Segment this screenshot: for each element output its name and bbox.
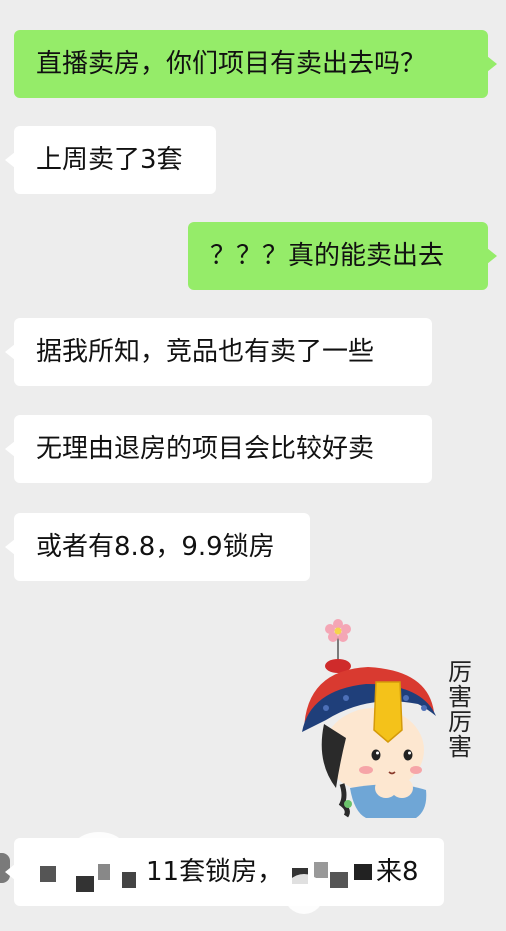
received-message-bubble[interactable]: 上周卖了3套 bbox=[5, 126, 216, 194]
sent-message-bubble[interactable]: 直播卖房，你们项目有卖出去吗？ bbox=[14, 30, 497, 98]
flower-icon bbox=[325, 619, 351, 662]
redaction-block bbox=[40, 866, 56, 882]
redaction-block bbox=[330, 872, 348, 888]
message-text: 来8 bbox=[376, 857, 419, 887]
message-text: 上周卖了3套 bbox=[36, 145, 183, 175]
sticker-message[interactable]: 厉害厉害 bbox=[296, 612, 486, 822]
message-text: 直播卖房，你们项目有卖出去吗？ bbox=[36, 49, 427, 79]
sent-message-bubble[interactable]: ？？？真的能卖出去 bbox=[188, 222, 497, 290]
message-text: 无理由退房的项目会比较好卖 bbox=[36, 434, 375, 464]
redaction-block bbox=[354, 864, 372, 880]
redaction-block bbox=[76, 876, 94, 892]
redaction-block bbox=[98, 864, 110, 880]
sticker-caption: 厉害厉害 bbox=[448, 658, 472, 761]
redaction-block bbox=[314, 862, 328, 878]
received-message-bubble[interactable]: 据我所知，竞品也有卖了一些 bbox=[5, 318, 432, 386]
received-message-bubble[interactable]: 11套锁房， 来8 bbox=[5, 832, 444, 914]
message-text: 据我所知，竞品也有卖了一些 bbox=[36, 337, 375, 367]
blur-blob bbox=[284, 874, 324, 914]
blur-blob bbox=[74, 832, 124, 862]
message-text: ？？？真的能卖出去 bbox=[210, 241, 445, 271]
redaction-block bbox=[122, 872, 136, 888]
received-message-bubble[interactable]: 无理由退房的项目会比较好卖 bbox=[5, 415, 432, 483]
received-message-bubble[interactable]: 或者有8.8，9.9锁房 bbox=[5, 513, 310, 581]
message-text: 11套锁房， bbox=[146, 857, 284, 887]
message-text: 或者有8.8，9.9锁房 bbox=[36, 532, 275, 562]
sticker-icon bbox=[302, 619, 436, 818]
